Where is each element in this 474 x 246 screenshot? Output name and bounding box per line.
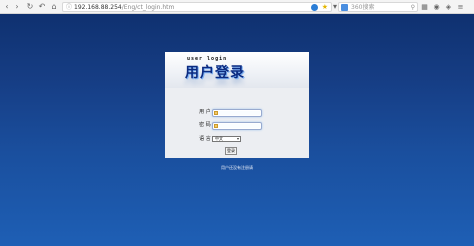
- menu-icon[interactable]: ≡: [456, 2, 465, 12]
- refresh-icon[interactable]: ↻: [25, 2, 35, 12]
- search-box[interactable]: 360搜索 ⚲: [338, 2, 418, 12]
- home-icon[interactable]: ⌂: [49, 2, 59, 12]
- search-engine-icon[interactable]: [341, 4, 348, 11]
- password-field[interactable]: [212, 122, 262, 130]
- search-placeholder: 360搜索: [351, 4, 375, 11]
- login-button[interactable]: 登录: [225, 147, 237, 155]
- key-icon: [214, 111, 218, 115]
- register-link[interactable]: 用户还没有注册请: [165, 165, 309, 171]
- undo-icon[interactable]: ↶: [37, 2, 47, 12]
- login-title: 用户登录: [185, 65, 245, 81]
- back-icon[interactable]: ‹: [2, 2, 12, 12]
- address-bar[interactable]: ⓘ 192.168.88.254/Eng/ct_login.htm ★: [62, 2, 332, 12]
- page-background: user login 用户登录 用 户 : 密 码 : 语 言 : 中文 ▾ 登…: [0, 14, 474, 246]
- shield-icon[interactable]: ◈: [444, 2, 453, 12]
- language-select[interactable]: 中文 ▾: [212, 136, 241, 142]
- language-value: 中文: [215, 136, 223, 141]
- password-row: 密 码 :: [165, 120, 309, 130]
- search-icon[interactable]: ⚲: [411, 3, 415, 12]
- page-info-icon[interactable]: ⓘ: [66, 3, 72, 12]
- extension-icon[interactable]: ◉: [432, 2, 441, 12]
- username-field[interactable]: [212, 109, 262, 117]
- username-row: 用 户 :: [165, 107, 309, 117]
- login-header: user login 用户登录: [165, 52, 309, 88]
- address-url: 192.168.88.254/Eng/ct_login.htm: [74, 4, 175, 11]
- grid-icon[interactable]: ▦: [420, 2, 429, 12]
- language-row: 语 言 : 中文 ▾: [165, 134, 309, 144]
- browser-toolbar: ‹ › ↻ ↶ ⌂ ⓘ 192.168.88.254/Eng/ct_login.…: [0, 0, 474, 14]
- forward-icon[interactable]: ›: [12, 2, 22, 12]
- browser-window: ‹ › ↻ ↶ ⌂ ⓘ 192.168.88.254/Eng/ct_login.…: [0, 0, 474, 246]
- login-panel: user login 用户登录 用 户 : 密 码 : 语 言 : 中文 ▾ 登…: [165, 52, 309, 170]
- chevron-down-icon: ▾: [236, 136, 239, 141]
- security-shield-icon[interactable]: [311, 4, 318, 11]
- key-icon: [214, 124, 218, 128]
- bookmark-star-icon[interactable]: ★: [322, 3, 328, 12]
